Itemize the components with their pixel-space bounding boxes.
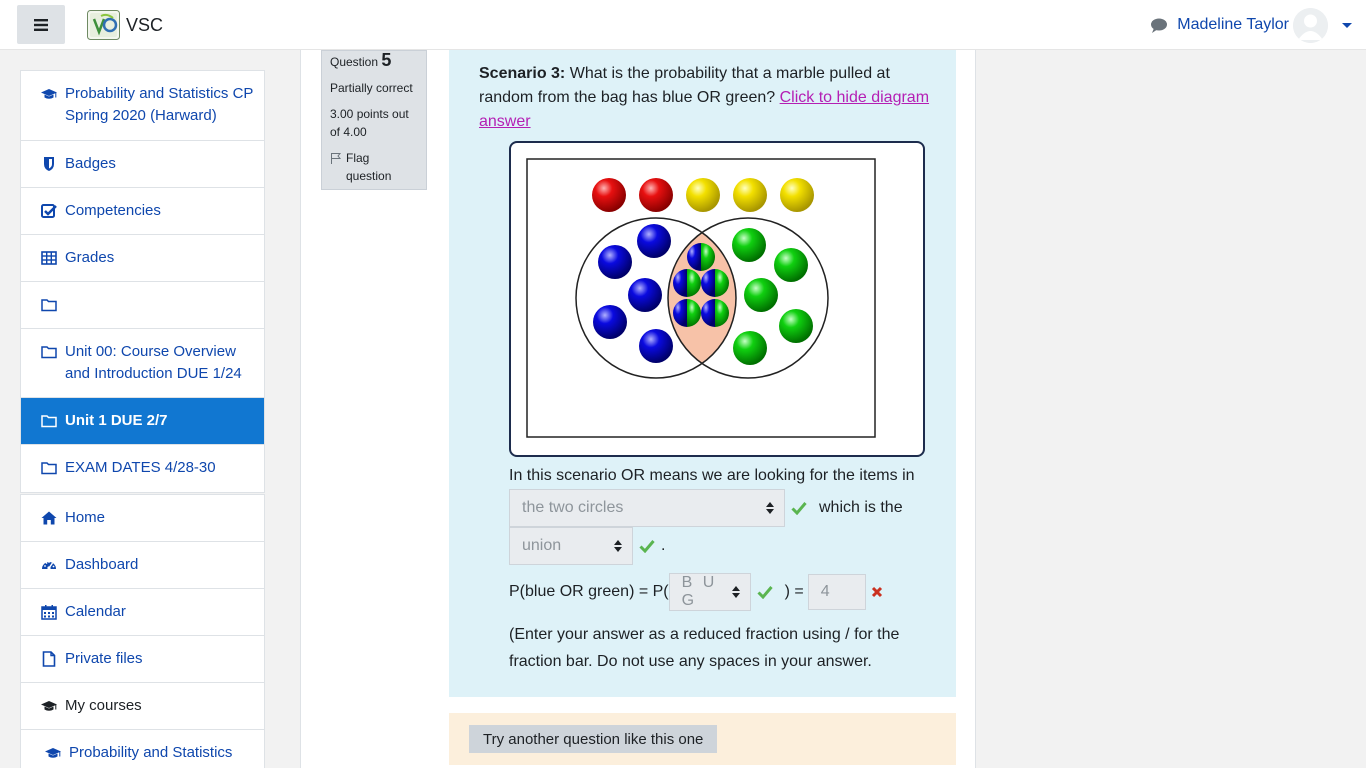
answer-input-value: 4 <box>820 583 830 600</box>
flag-icon <box>331 153 342 164</box>
incorrect-x-icon <box>871 586 882 598</box>
nav-item-my-courses[interactable]: My courses <box>21 683 264 730</box>
nav-label: My courses <box>65 697 142 714</box>
top-navbar: VSC Madeline Taylor <box>0 0 1366 50</box>
period-text: . <box>661 537 666 554</box>
correct-check-icon <box>639 540 655 553</box>
nav-label: Grades <box>65 249 115 266</box>
nav-item-course[interactable]: Probability and Statistics CP Spring 202… <box>21 71 264 141</box>
question-grade: 3.00 points out of 4.00 <box>330 107 409 139</box>
formula-mid: ) = <box>784 583 804 600</box>
graduation-cap-icon <box>41 83 57 105</box>
nav-label: Competencies <box>65 202 161 219</box>
nav-item-course-link[interactable]: Probability and Statistics <box>21 730 264 768</box>
set-operation-value: union <box>522 537 562 554</box>
question-number: Question 5 <box>330 50 392 70</box>
drawer-toggle-button[interactable] <box>17 5 65 44</box>
set-operation-select[interactable]: union <box>509 527 633 565</box>
select-arrows-icon <box>614 540 622 552</box>
site-brand[interactable]: VSC <box>87 10 163 40</box>
check-square-icon <box>41 200 57 222</box>
nav-item-exam-dates[interactable]: EXAM DATES 4/28-30 <box>21 445 264 492</box>
nav-label: Calendar <box>65 603 126 620</box>
nav-item-competencies[interactable]: Competencies <box>21 188 264 235</box>
nav-item-badges[interactable]: Badges <box>21 141 264 188</box>
folder-icon <box>41 457 57 479</box>
which-is-the-text: which is the <box>819 499 903 516</box>
user-name[interactable]: Madeline Taylor <box>1177 16 1289 34</box>
try-another-button[interactable]: Try another question like this one <box>469 725 718 753</box>
site-nav: Home Dashboard Calendar Private files My… <box>20 494 265 768</box>
nav-item-unit-1[interactable]: Unit 1 DUE 2/7 <box>21 398 264 445</box>
nav-label: Private files <box>65 650 143 667</box>
nav-label: Home <box>65 509 106 526</box>
answer-area: In this scenario OR means we are looking… <box>509 466 949 675</box>
calendar-icon <box>41 601 57 623</box>
home-icon <box>41 507 57 529</box>
nav-label: EXAM DATES 4/28-30 <box>65 459 216 476</box>
correct-check-icon <box>757 586 773 599</box>
nav-item-private-files[interactable]: Private files <box>21 636 264 683</box>
answer-input[interactable]: 4 <box>807 574 866 610</box>
scenario-label: Scenario 3: <box>479 65 566 82</box>
answer-note: (Enter your answer as a reduced fraction… <box>509 626 900 670</box>
nav-item-grades[interactable]: Grades <box>21 235 264 282</box>
nav-item-unit-00[interactable]: Unit 00: Course Overview and Introductio… <box>21 329 264 398</box>
nav-item-folder[interactable] <box>21 282 264 329</box>
nav-item-home[interactable]: Home <box>21 495 264 542</box>
nav-label: Probability and Statistics CP Spring 202… <box>65 85 254 124</box>
question-number-value: 5 <box>381 50 392 70</box>
hamburger-icon <box>34 18 48 31</box>
answer-line-1: In this scenario OR means we are looking… <box>509 467 915 484</box>
formula-left: P(blue OR green) = P( <box>509 583 669 600</box>
select-arrows-icon <box>731 586 740 598</box>
file-icon <box>41 648 57 670</box>
nav-item-calendar[interactable]: Calendar <box>21 589 264 636</box>
folder-icon <box>41 410 57 432</box>
try-another-area: Try another question like this one <box>449 713 956 765</box>
event-select[interactable]: B U G <box>668 573 751 611</box>
folder-icon <box>41 294 57 316</box>
nav-item-dashboard[interactable]: Dashboard <box>21 542 264 589</box>
table-icon <box>41 247 57 269</box>
event-select-value: B U G <box>681 574 718 609</box>
flag-question[interactable]: Flag question <box>330 149 418 185</box>
shield-icon <box>41 153 57 175</box>
main-region: Question 5 Partially correct 3.00 points… <box>300 50 976 768</box>
nav-label: Badges <box>65 155 116 172</box>
graduation-cap-icon <box>45 742 61 764</box>
chevron-down-icon[interactable] <box>1342 22 1352 28</box>
message-icon[interactable] <box>1151 18 1168 33</box>
user-avatar-icon <box>1293 7 1328 43</box>
vsc-logo <box>87 10 120 40</box>
venn-diagram-svg <box>526 158 876 438</box>
course-nav: Probability and Statistics CP Spring 202… <box>20 70 265 493</box>
question-content: Scenario 3: What is the probability that… <box>449 50 956 697</box>
nav-label: Unit 00: Course Overview and Introductio… <box>65 343 242 382</box>
site-name: VSC <box>126 14 164 35</box>
nav-label: Probability and Statistics <box>69 744 233 761</box>
question-info: Question 5 Partially correct 3.00 points… <box>321 50 427 190</box>
flag-label: Flag question <box>346 151 392 183</box>
question-text: Scenario 3: What is the probability that… <box>479 62 939 134</box>
venn-diagram <box>509 141 925 457</box>
correct-check-icon <box>791 502 807 515</box>
avatar[interactable] <box>1293 7 1328 43</box>
question-state: Partially correct <box>330 81 413 95</box>
user-menu[interactable]: Madeline Taylor <box>1151 7 1352 43</box>
graduation-cap-icon <box>41 695 57 717</box>
dashboard-icon <box>41 554 57 576</box>
nav-label: Dashboard <box>65 556 139 573</box>
nav-label: Unit 1 DUE 2/7 <box>65 412 168 429</box>
folder-icon <box>41 341 57 363</box>
circles-select-value: the two circles <box>522 499 624 516</box>
circles-select[interactable]: the two circles <box>509 489 785 527</box>
select-arrows-icon <box>766 502 774 514</box>
yellow-marbles <box>686 178 814 212</box>
nav-drawer: Probability and Statistics CP Spring 202… <box>0 50 285 768</box>
